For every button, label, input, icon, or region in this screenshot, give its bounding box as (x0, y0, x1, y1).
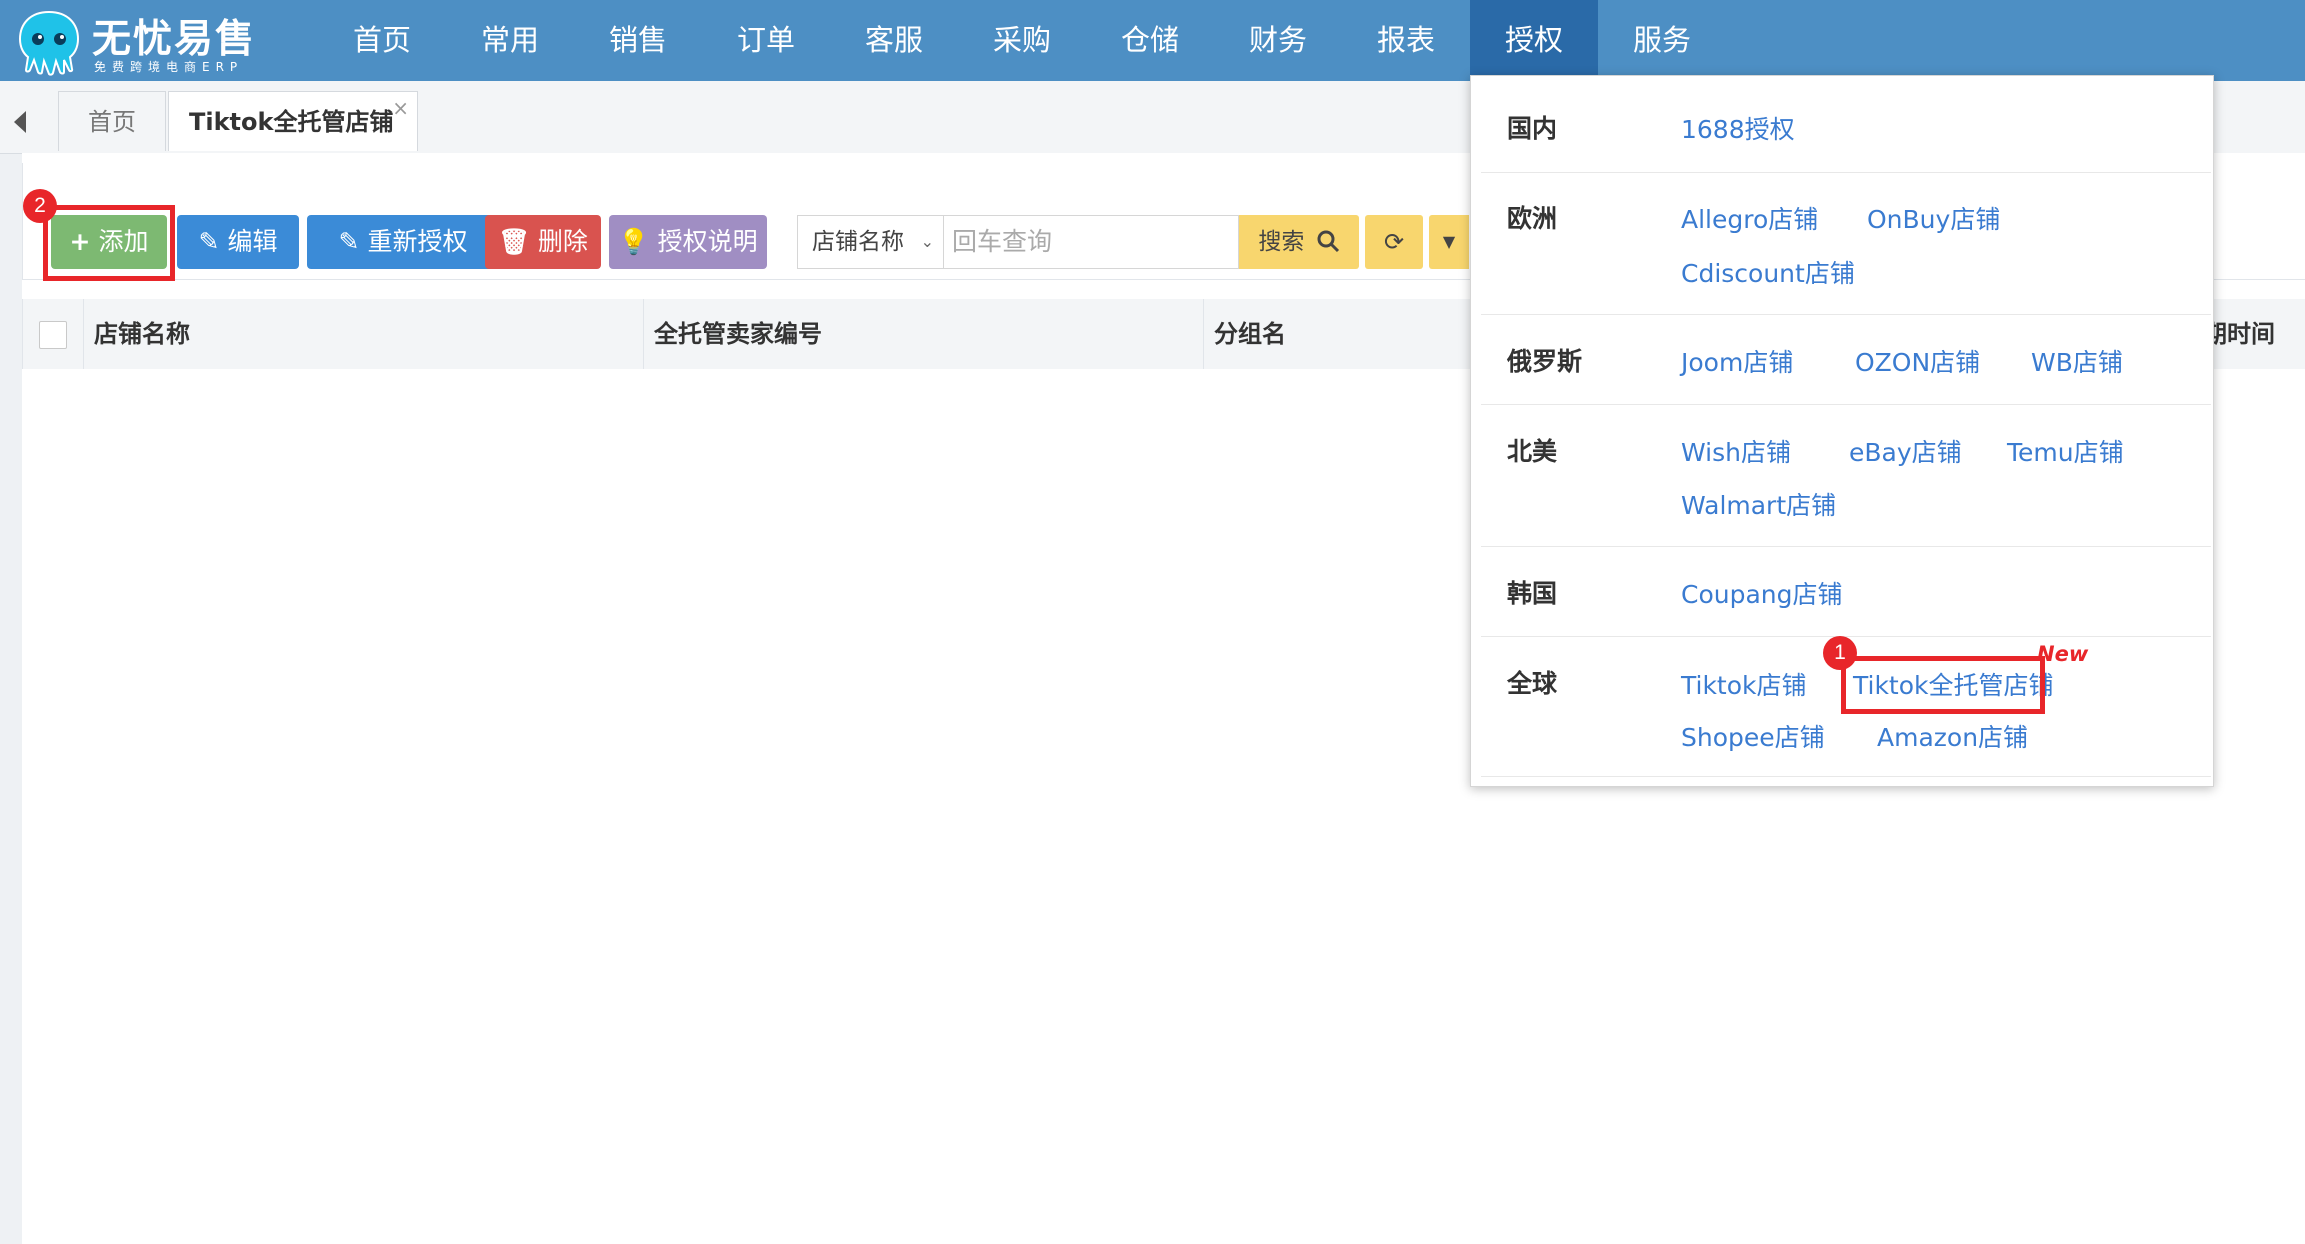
chevron-down-icon: ⌄ (920, 232, 934, 251)
nav-orders[interactable]: 订单 (702, 0, 830, 81)
region-row-global: 全球 Tiktok店铺 Tiktok全托管店铺 Shopee店铺 Amazon店… (1481, 636, 2211, 777)
main-nav: 首页 常用 销售 订单 客服 采购 仓储 财务 报表 授权 服务 (318, 0, 1726, 81)
search-field-value: 店铺名称 (812, 229, 904, 255)
reauthorize-button-label: 重新授权 (367, 227, 468, 256)
region-row-korea: 韩国 Coupang店铺 (1481, 546, 2211, 637)
nav-authorization[interactable]: 授权 (1470, 0, 1598, 81)
tab-home[interactable]: 首页 (58, 91, 166, 151)
link-allegro-store[interactable]: Allegro店铺 (1681, 200, 1818, 236)
nav-finance[interactable]: 财务 (1214, 0, 1342, 81)
delete-button[interactable]: 🗑 删除 (485, 215, 601, 269)
region-label: 俄罗斯 (1507, 347, 1583, 376)
link-tiktok-store[interactable]: Tiktok店铺 (1681, 666, 1807, 702)
tab-scroll-left-icon[interactable] (14, 111, 26, 133)
auth-help-button[interactable]: 💡 授权说明 (609, 215, 767, 269)
link-wb-store[interactable]: WB店铺 (2031, 343, 2123, 379)
region-label: 北美 (1507, 437, 1558, 466)
column-store-name[interactable]: 店铺名称 (83, 299, 643, 369)
edit-icon: ✎ (338, 227, 360, 256)
search-button[interactable]: 搜索 (1239, 215, 1359, 269)
link-wish-store[interactable]: Wish店铺 (1681, 433, 1791, 469)
caret-down-icon: ▼ (1442, 232, 1456, 251)
highlight-add-button (43, 205, 175, 281)
step-badge-1: 1 (1823, 636, 1857, 670)
top-navbar: 无忧易售 免费跨境电商ERP 首页 常用 销售 订单 客服 采购 仓储 财务 报… (0, 0, 2305, 81)
link-joom-store[interactable]: Joom店铺 (1681, 343, 1793, 379)
authorization-dropdown: 国内 1688授权 欧洲 Allegro店铺 OnBuy店铺 Cdiscount… (1470, 75, 2214, 787)
nav-reports[interactable]: 报表 (1342, 0, 1470, 81)
edit-button-label: 编辑 (227, 227, 278, 256)
trash-icon: 🗑 (498, 227, 530, 256)
select-all-checkbox[interactable] (39, 321, 67, 349)
nav-warehouse[interactable]: 仓储 (1086, 0, 1214, 81)
search-button-label: 搜索 (1258, 229, 1305, 255)
link-ebay-store[interactable]: eBay店铺 (1849, 433, 1962, 469)
search-icon (1317, 230, 1339, 253)
new-tag: New (2037, 642, 2089, 666)
region-label: 全球 (1507, 669, 1558, 698)
link-temu-store[interactable]: Temu店铺 (2007, 433, 2124, 469)
search-input[interactable]: 回车查询 (943, 215, 1239, 269)
delete-button-label: 删除 (537, 227, 588, 256)
brand-title: 无忧易售 (92, 17, 257, 62)
auth-help-button-label: 授权说明 (657, 227, 758, 256)
close-icon[interactable]: × (392, 78, 409, 138)
lightbulb-icon: 💡 (618, 227, 650, 256)
region-label: 韩国 (1507, 579, 1558, 608)
tab-label: Tiktok全托管店铺 (189, 108, 394, 136)
link-onbuy-store[interactable]: OnBuy店铺 (1867, 200, 2000, 236)
nav-customer-service[interactable]: 客服 (830, 0, 958, 81)
region-row-north-america: 北美 Wish店铺 eBay店铺 Temu店铺 Walmart店铺 (1481, 404, 2211, 547)
reauthorize-button[interactable]: ✎ 重新授权 (307, 215, 499, 269)
link-ozon-store[interactable]: OZON店铺 (1855, 343, 1980, 379)
link-1688-auth[interactable]: 1688授权 (1681, 110, 1795, 146)
link-coupang-store[interactable]: Coupang店铺 (1681, 575, 1843, 611)
step-badge-2: 2 (23, 189, 57, 223)
refresh-icon: ⟳ (1383, 228, 1405, 256)
octopus-logo-icon (18, 10, 80, 76)
region-row-russia: 俄罗斯 Joom店铺 OZON店铺 WB店铺 (1481, 314, 2211, 405)
column-expire-time[interactable]: 期时间 (2203, 299, 2305, 369)
more-options-button[interactable]: ▼ (1429, 215, 1469, 269)
link-amazon-store[interactable]: Amazon店铺 (1877, 718, 2028, 754)
column-seller-id[interactable]: 全托管卖家编号 (643, 299, 1203, 369)
highlight-tiktok-full-managed (1841, 656, 2045, 714)
nav-sales[interactable]: 销售 (574, 0, 702, 81)
brand-subtitle: 免费跨境电商ERP (94, 60, 244, 74)
nav-home[interactable]: 首页 (318, 0, 446, 81)
link-shopee-store[interactable]: Shopee店铺 (1681, 718, 1825, 754)
link-walmart-store[interactable]: Walmart店铺 (1681, 486, 1836, 522)
region-label: 欧洲 (1507, 204, 1558, 233)
tab-tiktok-full-managed[interactable]: Tiktok全托管店铺 × (168, 91, 418, 151)
edit-icon: ✎ (198, 227, 220, 256)
search-field-select[interactable]: 店铺名称 ⌄ (797, 215, 945, 269)
nav-purchase[interactable]: 采购 (958, 0, 1086, 81)
edit-button[interactable]: ✎ 编辑 (177, 215, 299, 269)
region-label: 国内 (1507, 114, 1558, 143)
region-row-europe: 欧洲 Allegro店铺 OnBuy店铺 Cdiscount店铺 (1481, 172, 2211, 315)
refresh-button[interactable]: ⟳ (1365, 215, 1423, 269)
nav-common[interactable]: 常用 (446, 0, 574, 81)
region-row-domestic: 国内 1688授权 (1481, 76, 2211, 173)
nav-services[interactable]: 服务 (1598, 0, 1726, 81)
brand-logo[interactable]: 无忧易售 免费跨境电商ERP (16, 6, 276, 76)
link-cdiscount-store[interactable]: Cdiscount店铺 (1681, 254, 1855, 290)
